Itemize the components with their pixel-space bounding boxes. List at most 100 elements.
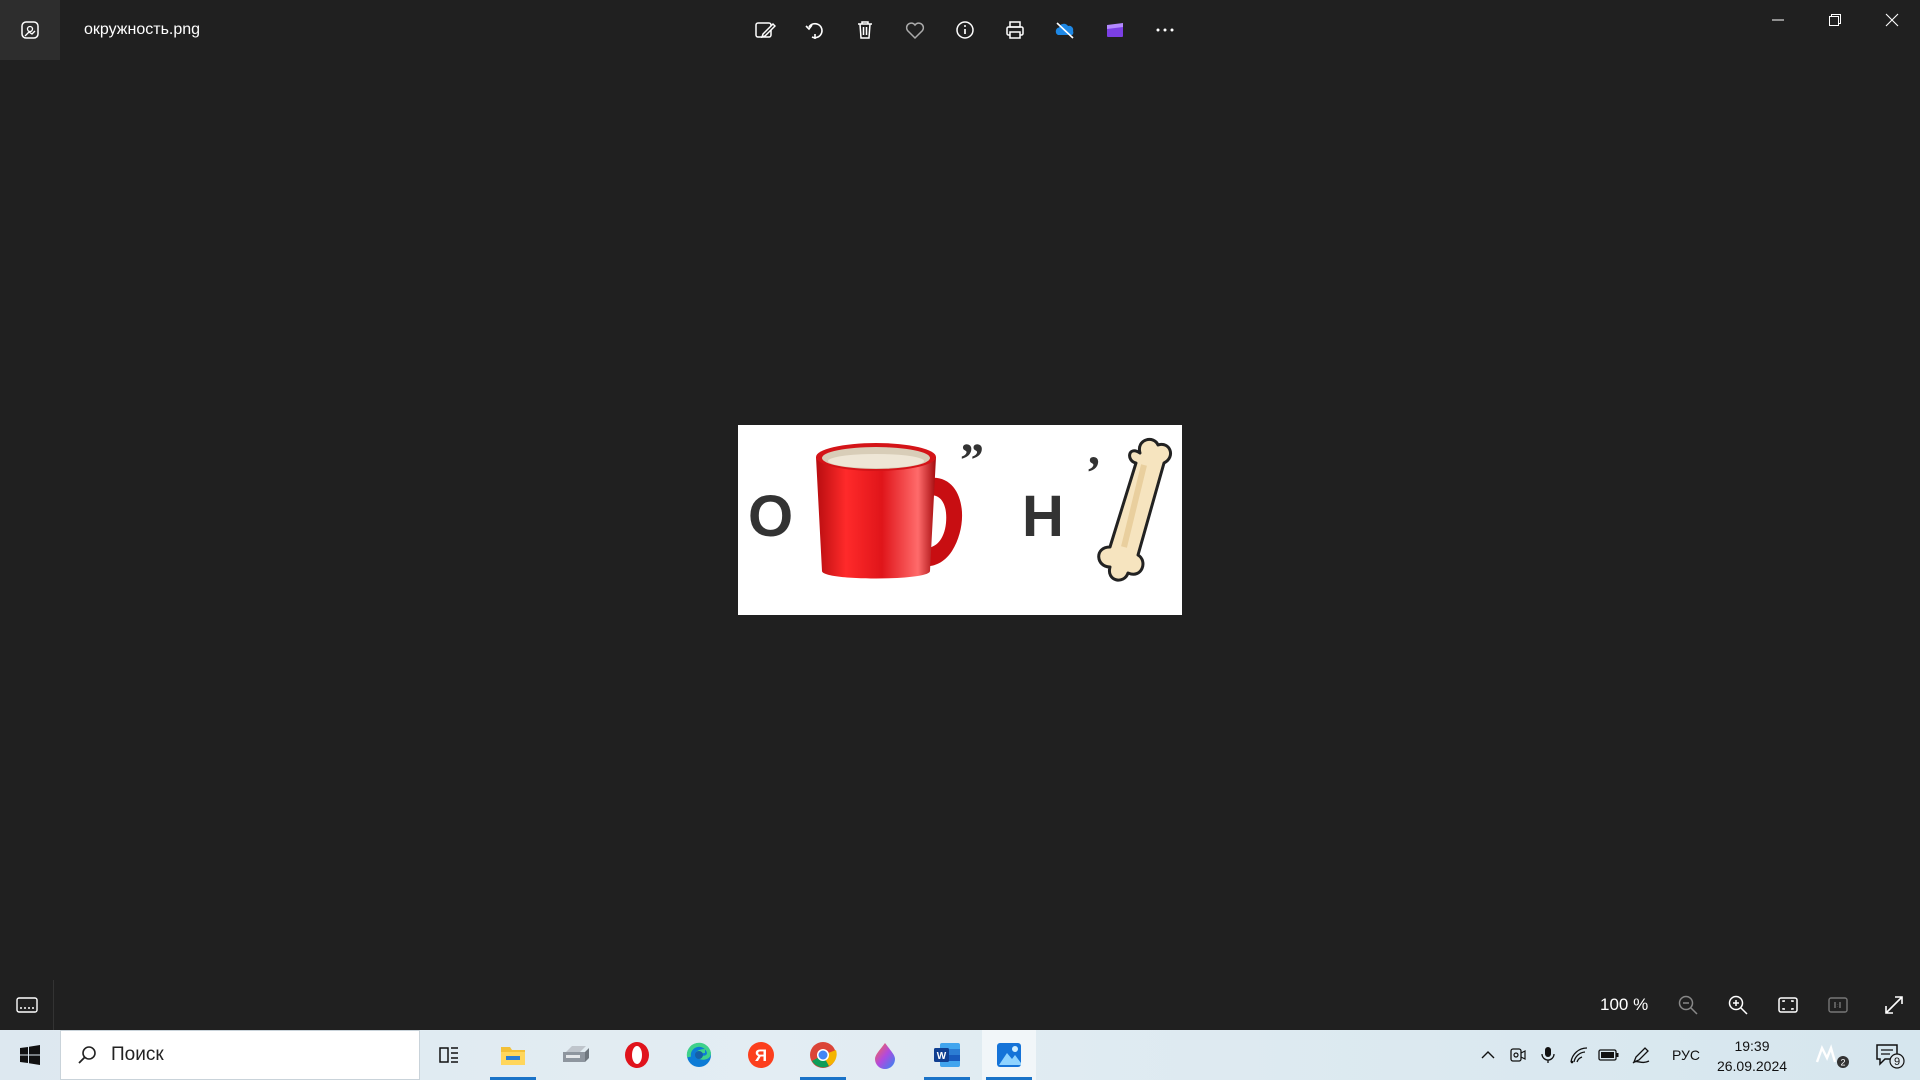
tray-pen[interactable]: [1628, 1030, 1654, 1080]
minimize-button[interactable]: [1749, 0, 1806, 40]
windows-logo-icon: [20, 1045, 40, 1065]
edge-icon: [686, 1042, 712, 1067]
start-button[interactable]: [0, 1030, 60, 1080]
camera-icon: [1510, 1048, 1526, 1062]
wifi-icon: [1570, 1047, 1588, 1064]
search-placeholder: Поиск: [111, 1044, 164, 1065]
edit-image-button[interactable]: [740, 10, 790, 50]
zoom-in-button[interactable]: [1718, 985, 1758, 1025]
full-screen-icon: [1885, 996, 1903, 1014]
task-view-icon: [439, 1047, 458, 1063]
video-editor-icon: [1107, 23, 1123, 37]
yandex-icon: Я: [748, 1042, 774, 1068]
restore-button[interactable]: [1806, 0, 1863, 40]
close-icon: [1885, 13, 1898, 27]
rebus-quote-mark: ”: [960, 434, 984, 487]
microphone-icon: [1541, 1047, 1555, 1063]
red-mug-image: [816, 443, 963, 579]
show-hidden-icons-button[interactable]: [1476, 1030, 1500, 1080]
taskbar-file-explorer[interactable]: [486, 1030, 540, 1080]
clock-time: 19:39: [1734, 1038, 1770, 1054]
taskbar-yandex[interactable]: Я: [734, 1030, 788, 1080]
onedrive-icon: [1055, 22, 1074, 39]
taskbar-photos[interactable]: [982, 1030, 1036, 1080]
full-screen-button[interactable]: [1874, 985, 1914, 1025]
photos-app-icon[interactable]: [0, 0, 60, 60]
battery-icon: [1598, 1049, 1619, 1061]
filmstrip-button[interactable]: [0, 980, 54, 1030]
taskbar-chrome[interactable]: [796, 1030, 850, 1080]
filmstrip-icon: [15, 997, 38, 1013]
more-button[interactable]: [1140, 10, 1190, 50]
folder-icon: [501, 1047, 525, 1065]
delete-icon: [858, 21, 872, 39]
rotate-icon: [805, 22, 823, 39]
video-editor-button[interactable]: [1090, 10, 1140, 50]
photos-app-taskbar-icon: [997, 1043, 1021, 1067]
info-button[interactable]: [940, 10, 990, 50]
toolbar: [740, 10, 1190, 50]
actual-size-icon: [1828, 997, 1848, 1013]
title-bar: окружность.png: [0, 0, 1920, 60]
notification-center-button[interactable]: 9: [1862, 1030, 1916, 1080]
taskbar: Поиск Я W РУС 19:39 26.09.2024 2 9: [0, 1030, 1920, 1080]
word-icon: W: [934, 1043, 960, 1067]
image-viewport[interactable]: O ” Н ,: [0, 60, 1920, 980]
chrome-icon: [810, 1042, 837, 1068]
clock[interactable]: 19:39 26.09.2024: [1712, 1036, 1792, 1076]
minimize-icon: [1771, 19, 1784, 21]
taskbar-fax-scan[interactable]: [548, 1030, 602, 1080]
taskbar-word[interactable]: W: [920, 1030, 974, 1080]
fit-to-window-button[interactable]: [1768, 985, 1808, 1025]
bone-image: [1097, 437, 1173, 582]
fit-window-icon: [1778, 997, 1798, 1013]
tray-battery[interactable]: [1596, 1030, 1622, 1080]
rebus-letter-h: Н: [1022, 484, 1064, 549]
rotate-button[interactable]: [790, 10, 840, 50]
favorite-button[interactable]: [890, 10, 940, 50]
favorite-icon: [905, 22, 925, 40]
print-icon: [1006, 21, 1024, 39]
input-language[interactable]: РУС: [1664, 1030, 1708, 1080]
restore-icon: [1828, 14, 1841, 26]
chevron-up-icon: [1481, 1051, 1495, 1059]
displayed-image: O ” Н ,: [738, 422, 1182, 615]
zoom-out-icon: [1678, 995, 1698, 1015]
rebus-letter-o: O: [748, 484, 794, 549]
opera-icon: [625, 1042, 649, 1068]
clock-date: 26.09.2024: [1716, 1058, 1788, 1074]
tray-network[interactable]: [1566, 1030, 1592, 1080]
notification-count: 9: [1894, 1056, 1900, 1068]
delete-button[interactable]: [840, 10, 890, 50]
taskbar-edge[interactable]: [672, 1030, 726, 1080]
search-box[interactable]: Поиск: [60, 1030, 420, 1080]
taskbar-paint3d[interactable]: [858, 1030, 912, 1080]
pen-icon: [1632, 1047, 1650, 1064]
close-button[interactable]: [1863, 0, 1920, 40]
onedrive-button[interactable]: [1040, 10, 1090, 50]
tray-camera[interactable]: [1506, 1030, 1530, 1080]
fax-scanner-icon: [563, 1046, 589, 1062]
svg-text:Я: Я: [755, 1046, 767, 1065]
svg-text:W: W: [937, 1051, 947, 1062]
actual-size-button[interactable]: [1818, 985, 1858, 1025]
widget-badge: 2: [1840, 1058, 1845, 1068]
print-button[interactable]: [990, 10, 1040, 50]
photos-icon: [21, 21, 39, 39]
edit-image-icon: [755, 22, 776, 39]
status-bar: 100 %: [0, 980, 1920, 1030]
taskbar-opera[interactable]: [610, 1030, 664, 1080]
zoom-out-button[interactable]: [1668, 985, 1708, 1025]
paint-drop-icon: [875, 1043, 895, 1069]
task-view-button[interactable]: [422, 1030, 476, 1080]
window-controls: [1749, 0, 1920, 40]
tray-microphone[interactable]: [1536, 1030, 1560, 1080]
widget-icon: 2: [1815, 1044, 1849, 1068]
more-icon: [1156, 28, 1174, 32]
tray-news-widget[interactable]: 2: [1806, 1030, 1856, 1080]
notification-icon: 9: [1876, 1044, 1905, 1069]
info-icon: [956, 21, 974, 39]
search-icon: [78, 1046, 96, 1064]
file-name: окружность.png: [84, 21, 201, 38]
zoom-level: 100 %: [1600, 995, 1649, 1014]
